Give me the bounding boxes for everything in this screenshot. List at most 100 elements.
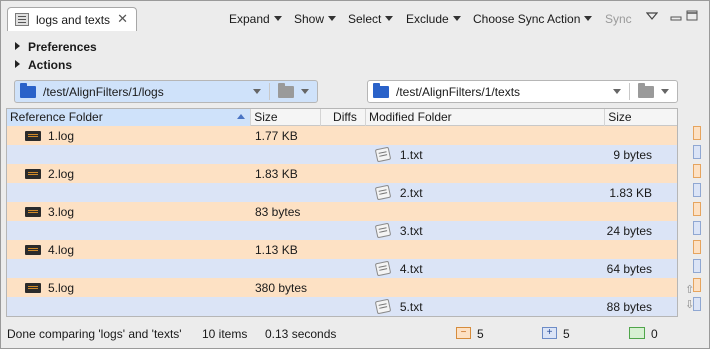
compare-window: logs and texts ✕ Expand Show Select Excl… [0, 0, 710, 349]
file-name: 4.log [48, 242, 75, 257]
chevron-down-icon[interactable] [661, 89, 669, 94]
ruler-marker-added[interactable] [693, 259, 701, 273]
status-bar: Done comparing 'logs' and 'texts' 10 ite… [1, 323, 709, 347]
reference-cell: 5.log [7, 281, 252, 295]
ruler-marker-added[interactable] [693, 183, 701, 197]
reference-cell: 4.log [7, 243, 252, 257]
table-row[interactable]: 3.txt 24 bytes [7, 221, 677, 240]
table-row[interactable]: 2.txt 1.83 KB [7, 183, 677, 202]
column-size-reference[interactable]: Size [251, 109, 322, 126]
comparison-table: Reference Folder Size Diffs Modified Fol… [6, 108, 678, 317]
file-name: 2.txt [399, 185, 423, 200]
tab-title: logs and texts [36, 12, 111, 27]
table-row[interactable]: 3.log 83 bytes [7, 202, 677, 221]
text-file-icon [374, 260, 392, 277]
table-row[interactable]: 2.log 1.83 KB [7, 164, 677, 183]
chevron-down-icon[interactable] [301, 89, 309, 94]
next-difference-icon[interactable]: ⇩ [685, 298, 694, 311]
sort-ascending-icon [237, 114, 246, 119]
status-message: Done comparing 'logs' and 'texts' [7, 327, 182, 341]
file-name: 1.txt [399, 147, 423, 162]
size-cell: 1.77 KB [255, 128, 298, 143]
removed-icon: − [456, 327, 471, 339]
editor-tab[interactable]: logs and texts ✕ [7, 7, 137, 31]
browse-folder-icon[interactable] [638, 82, 654, 98]
modified-path-combo[interactable]: /test/AlignFilters/1/texts [367, 80, 678, 103]
compare-file-icon [15, 13, 29, 26]
folder-icon [373, 82, 389, 98]
table-row[interactable]: 4.log 1.13 KB [7, 240, 677, 259]
log-file-icon [25, 130, 41, 141]
minimize-icon[interactable] [670, 10, 682, 22]
ruler-marker-removed[interactable] [693, 164, 701, 178]
removed-count: 5 [477, 327, 484, 341]
column-size-modified[interactable]: Size [605, 109, 677, 126]
previous-difference-icon[interactable]: ⇧ [685, 283, 694, 296]
file-name: 5.log [48, 280, 75, 295]
actions-section[interactable]: Actions [15, 58, 72, 72]
size-cell: 1.83 KB [255, 166, 298, 181]
file-name: 2.log [48, 166, 75, 181]
preferences-section[interactable]: Preferences [15, 40, 97, 54]
text-file-icon [374, 222, 392, 239]
expand-triangle-icon [15, 60, 20, 68]
table-row[interactable]: 1.log 1.77 KB [7, 126, 677, 145]
view-menu-icon[interactable] [646, 12, 658, 20]
log-file-icon [25, 168, 41, 179]
modified-cell: 1.txt [366, 146, 605, 163]
size-cell: 88 bytes [606, 299, 653, 314]
file-name: 1.log [48, 128, 75, 143]
log-file-icon [25, 206, 41, 217]
ruler-marker-added[interactable] [693, 221, 701, 235]
column-reference-folder[interactable]: Reference Folder [7, 109, 252, 126]
text-file-icon [374, 146, 392, 163]
show-menu[interactable]: Show [294, 12, 337, 26]
table-row[interactable]: 5.txt 88 bytes [7, 297, 677, 316]
select-label: Select [348, 12, 382, 26]
browse-folder-icon[interactable] [278, 82, 294, 98]
ruler-marker-removed[interactable] [693, 202, 701, 216]
actions-label: Actions [28, 58, 73, 72]
tab-close-icon[interactable]: ✕ [117, 11, 128, 27]
chevron-down-icon [273, 16, 282, 21]
item-count: 10 items [202, 327, 248, 341]
chevron-down-icon[interactable] [253, 89, 261, 94]
choose-sync-action-label: Choose Sync Action [473, 12, 581, 26]
choose-sync-action-menu[interactable]: Choose Sync Action [473, 12, 593, 26]
expand-menu[interactable]: Expand [229, 12, 282, 26]
folder-icon [20, 82, 36, 98]
text-file-icon [374, 298, 392, 315]
ruler-marker-added[interactable] [693, 145, 701, 159]
table-row[interactable]: 5.log 380 bytes [7, 278, 677, 297]
preferences-label: Preferences [28, 40, 97, 54]
size-cell: 9 bytes [613, 147, 653, 162]
modified-cell: 4.txt [366, 260, 605, 277]
table-row[interactable]: 4.txt 64 bytes [7, 259, 677, 278]
select-menu[interactable]: Select [348, 12, 394, 26]
ruler-marker-removed[interactable] [693, 126, 701, 140]
expand-label: Expand [229, 12, 270, 26]
column-label: Reference Folder [10, 110, 103, 124]
reference-cell: 3.log [7, 205, 252, 219]
table-row[interactable]: 1.txt 9 bytes [7, 145, 677, 164]
maximize-icon[interactable] [686, 10, 698, 22]
reference-path-combo[interactable]: /test/AlignFilters/1/logs [14, 80, 318, 103]
sync-button[interactable]: Sync [605, 12, 632, 26]
chevron-down-icon[interactable] [613, 89, 621, 94]
toolbar: logs and texts ✕ Expand Show Select Excl… [1, 1, 709, 36]
column-diffs[interactable]: Diffs [321, 109, 366, 126]
exclude-menu[interactable]: Exclude [406, 12, 461, 26]
chevron-down-icon [328, 16, 337, 21]
ruler-marker-removed[interactable] [693, 240, 701, 254]
modified-cell: 5.txt [366, 298, 605, 315]
log-file-icon [25, 244, 41, 255]
text-file-icon [374, 184, 392, 201]
expand-triangle-icon [15, 42, 20, 50]
chevron-down-icon [385, 16, 394, 21]
modified-cell: 2.txt [366, 184, 605, 201]
reference-cell: 1.log [7, 129, 252, 143]
chevron-down-icon [452, 16, 461, 21]
column-modified-folder[interactable]: Modified Folder [366, 109, 606, 126]
file-name: 5.txt [399, 299, 423, 314]
changed-count: 0 [651, 327, 658, 341]
